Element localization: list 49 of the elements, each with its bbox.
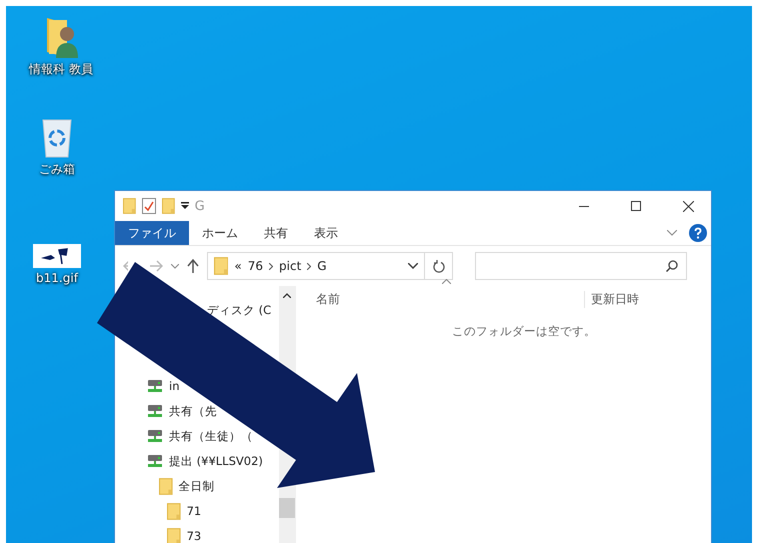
sort-caret-icon[interactable] [442, 279, 451, 284]
nav-pane-item[interactable]: ディスク (C [207, 303, 272, 318]
chevron-down-icon[interactable] [408, 263, 418, 269]
up-button[interactable] [187, 259, 199, 273]
ribbon-tab[interactable]: 共有 [251, 221, 301, 245]
nav-pane-item[interactable]: 提出 (¥¥LLSV02) [169, 454, 263, 469]
nav-pane-item[interactable]: 71 [186, 504, 202, 518]
network-drive-icon [147, 429, 163, 444]
scrollbar-thumb[interactable] [279, 498, 295, 518]
nav-pane-item[interactable]: 全日制 [178, 478, 215, 494]
properties-icon[interactable] [142, 198, 156, 214]
nav-pane-item[interactable]: 共有（生徒）（ [169, 428, 253, 444]
scroll-up-icon[interactable] [283, 293, 291, 298]
folder-icon [167, 528, 181, 543]
ribbon-tab[interactable]: ホーム [189, 221, 251, 245]
maximize-icon [631, 201, 641, 211]
close-icon [682, 200, 694, 212]
folder-icon [123, 198, 136, 214]
empty-folder-message: このフォルダーは空です。 [451, 324, 597, 339]
nav-pane-item[interactable]: 共有（先 [169, 404, 217, 419]
folder-icon [214, 257, 228, 275]
help-icon[interactable] [689, 224, 707, 242]
network-drive-icon [147, 404, 163, 418]
ribbon-tab[interactable]: ファイル [115, 221, 189, 245]
search-field[interactable] [475, 252, 687, 280]
dropdown-icon[interactable] [180, 202, 189, 210]
recent-locations-button[interactable] [171, 264, 179, 268]
address-bar[interactable]: « 76 pict G [207, 252, 425, 280]
refresh-icon [432, 260, 444, 272]
folder-icon [159, 478, 173, 495]
nav-pane-item[interactable]: in [169, 379, 180, 394]
window-title: G [194, 198, 205, 214]
breadcrumb[interactable]: G [317, 259, 327, 273]
column-header[interactable]: 名前 [314, 290, 584, 308]
folder-icon [167, 502, 181, 520]
chevron-right-icon [269, 262, 274, 270]
breadcrumb[interactable]: 76 [248, 259, 264, 273]
column-header[interactable]: 更新日時 [584, 290, 711, 308]
image-thumbnail-icon [33, 244, 81, 268]
search-icon [666, 260, 678, 272]
address-overflow[interactable]: « [234, 259, 242, 273]
breadcrumb[interactable]: pict [279, 259, 302, 273]
folder-icon [162, 198, 175, 214]
network-drive-icon [147, 379, 163, 394]
network-drive-icon [147, 454, 163, 468]
ribbon-tab[interactable]: 表示 [301, 221, 351, 245]
nav-pane-item[interactable]: 73 [186, 529, 202, 543]
refresh-button[interactable] [425, 252, 453, 280]
chevron-right-icon [307, 262, 312, 270]
